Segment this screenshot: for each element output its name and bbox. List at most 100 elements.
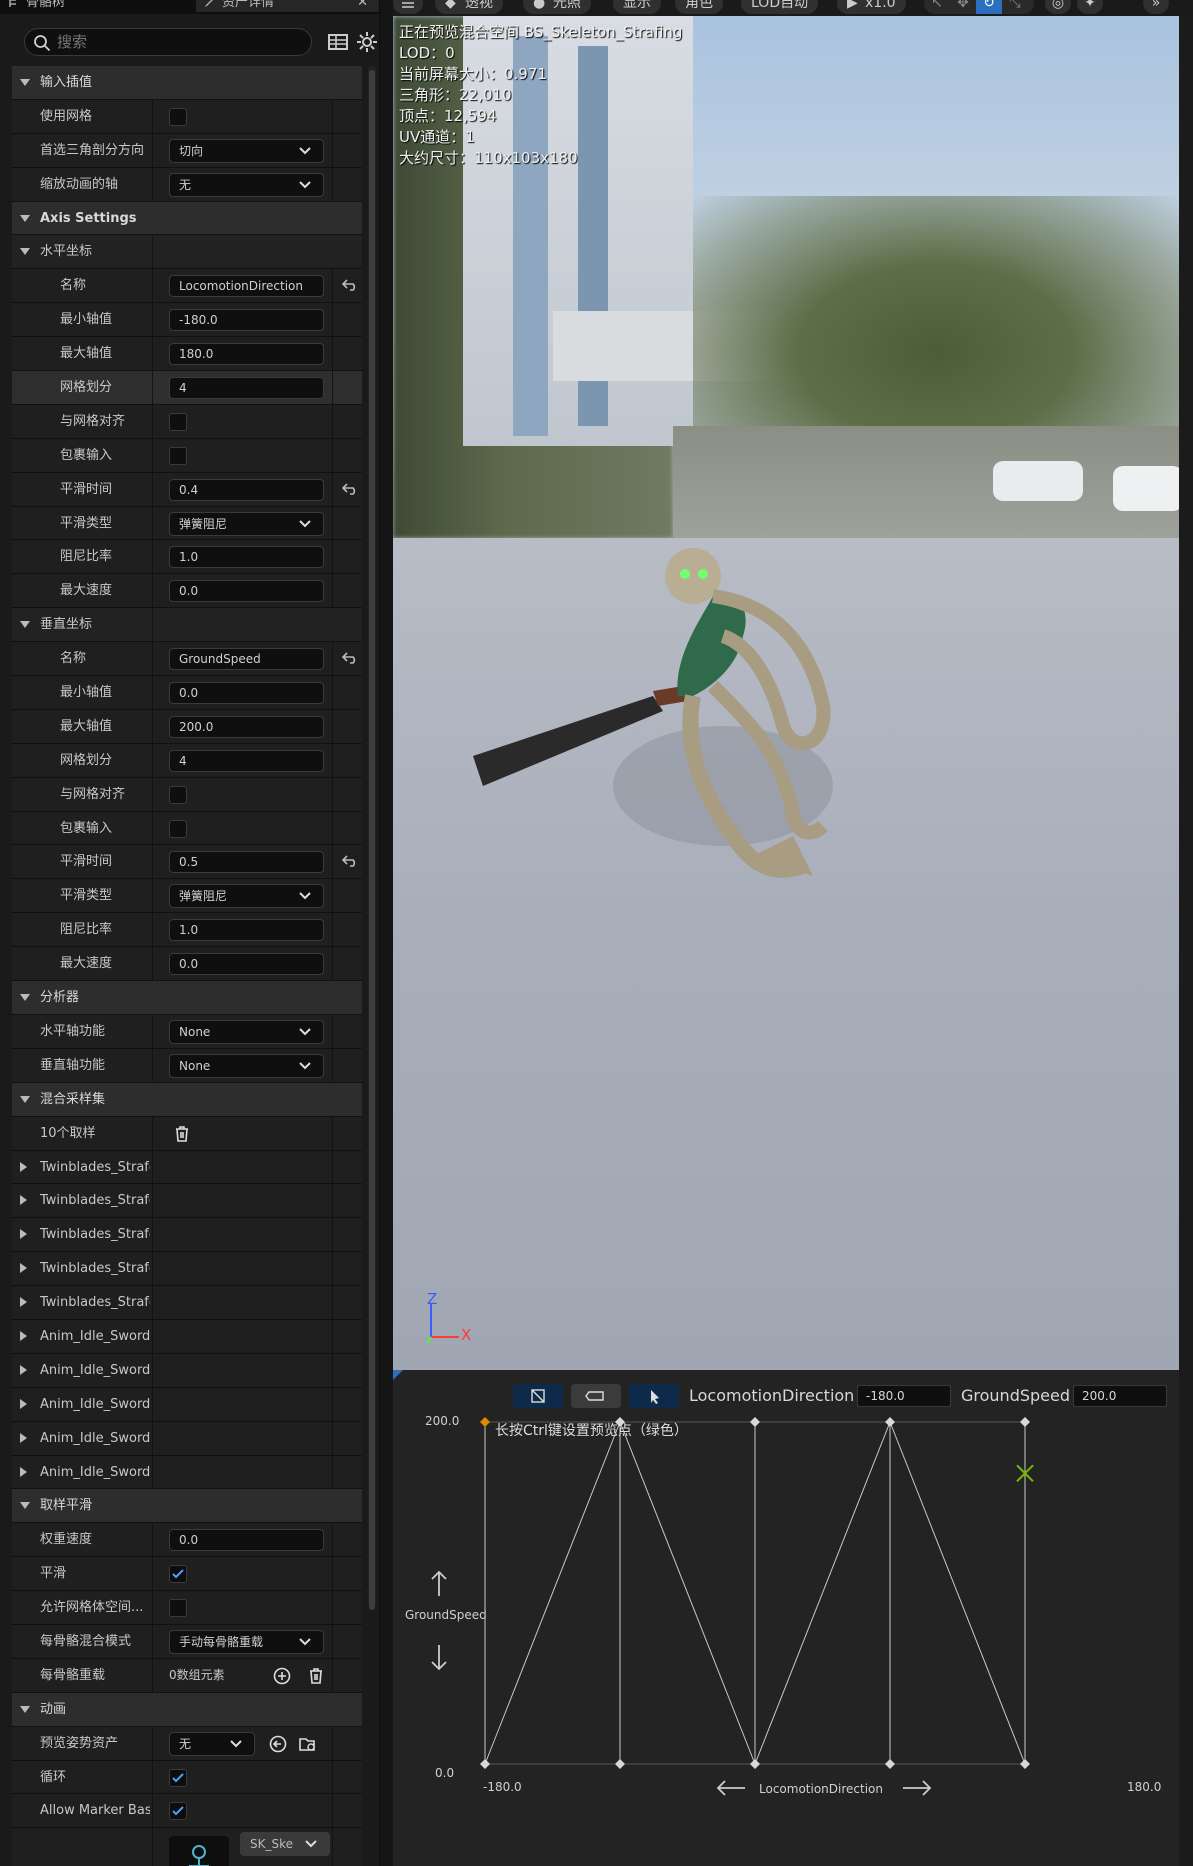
v-smooth-time-field[interactable]: 0.5	[169, 851, 324, 874]
collapse-arrow-icon[interactable]	[20, 248, 30, 256]
collapse-arrow-icon[interactable]	[20, 79, 30, 86]
expand-arrow-icon[interactable]	[20, 1398, 27, 1409]
table-view-icon[interactable]	[326, 30, 350, 54]
character-button[interactable]: 角色	[675, 0, 723, 14]
search-input[interactable]	[57, 32, 297, 52]
group-vertical-axis[interactable]: 垂直坐标	[12, 608, 362, 643]
reset-arrow-icon[interactable]	[342, 651, 358, 665]
lighting-button[interactable]: ● 光照	[523, 0, 591, 14]
sample-row[interactable]: Anim_Idle_Sword (	[12, 1387, 362, 1422]
sample-row[interactable]: Twinblades_Strafe_	[12, 1286, 362, 1320]
v-max-field[interactable]: 200.0	[169, 715, 324, 738]
blendspace-editor[interactable]: LocomotionDirection -180.0 GroundSpeed 2…	[393, 1370, 1179, 1866]
reset-arrow-icon[interactable]	[342, 854, 358, 868]
v-wrap-checkbox[interactable]	[169, 819, 187, 838]
sparkle-settings-button[interactable]: ✦	[1077, 0, 1103, 14]
select-tool-icon[interactable]: ↖	[924, 0, 950, 14]
allow-marker-checkbox[interactable]	[169, 1802, 187, 1821]
use-grid-checkbox[interactable]	[169, 107, 187, 126]
loop-checkbox[interactable]	[169, 1768, 187, 1787]
gear-icon[interactable]	[355, 30, 379, 54]
expand-toolbar-button[interactable]: »	[1143, 0, 1169, 14]
tab-asset-details[interactable]: 资产详情 ✕	[196, 0, 379, 12]
category-input-interpolation[interactable]: 输入插值	[12, 66, 362, 100]
per-bone-mode-dropdown[interactable]: 手动每骨骼重载	[169, 1629, 324, 1654]
tab-skeleton-tree[interactable]: 骨骼树	[0, 0, 190, 12]
v-grid-field[interactable]: 4	[169, 749, 324, 772]
h-name-field[interactable]: LocomotionDirection	[169, 275, 324, 298]
lod-auto-button[interactable]: LOD自动	[741, 0, 819, 14]
sample-row[interactable]: Anim_Idle_Sword (	[12, 1353, 362, 1388]
sample-row[interactable]: Twinblades_Strafe_	[12, 1184, 362, 1219]
h-min-field[interactable]: -180.0	[169, 309, 324, 332]
category-blend-samples[interactable]: 混合采样集	[12, 1082, 362, 1117]
search-box[interactable]	[24, 28, 312, 56]
scale-axis-dropdown[interactable]: 无	[169, 172, 324, 197]
perspective-button[interactable]: ◆ 透视	[435, 0, 503, 14]
v-max-speed-field[interactable]: 0.0	[169, 953, 324, 976]
preview-viewport[interactable]: 正在预览混合空间 BS_Skeleton_Strafing LOD：0 当前屏幕…	[393, 16, 1179, 1370]
rotate-tool-icon[interactable]: ↻	[976, 0, 1002, 14]
v-axis-function-dropdown[interactable]: None	[169, 1053, 324, 1078]
h-smooth-time-field[interactable]: 0.4	[169, 478, 324, 501]
add-element-icon[interactable]	[272, 1666, 292, 1686]
skeleton-dropdown[interactable]: SK_Ske	[240, 1832, 330, 1857]
show-button[interactable]: 显示	[613, 0, 661, 14]
v-smooth-type-dropdown[interactable]: 弹簧阻尼	[169, 884, 324, 909]
play-speed-button[interactable]: ▶ x1.0	[837, 0, 906, 14]
category-axis-settings[interactable]: Axis Settings	[12, 201, 362, 236]
sample-row[interactable]: Anim_Idle_Sword (	[12, 1319, 362, 1354]
h-axis-function-dropdown[interactable]: None	[169, 1019, 324, 1044]
camera-settings-button[interactable]: ◎	[1045, 0, 1071, 14]
reset-arrow-icon[interactable]	[342, 278, 358, 292]
expand-arrow-icon[interactable]	[20, 1195, 27, 1206]
sample-row[interactable]: Twinblades_Strafe_	[12, 1150, 362, 1185]
weight-speed-field[interactable]: 0.0	[169, 1529, 324, 1552]
category-animation[interactable]: 动画	[12, 1692, 362, 1727]
expand-arrow-icon[interactable]	[20, 1330, 27, 1341]
move-tool-icon[interactable]: ✥	[950, 0, 976, 14]
sample-row[interactable]: Anim_Idle_Sword (	[12, 1455, 362, 1490]
hamburger-menu-button[interactable]	[393, 0, 423, 14]
group-horizontal-axis[interactable]: 水平坐标	[12, 235, 362, 270]
expand-arrow-icon[interactable]	[20, 1263, 27, 1274]
expand-arrow-icon[interactable]	[20, 1229, 27, 1240]
collapse-arrow-icon[interactable]	[20, 1502, 30, 1510]
trash-icon[interactable]	[306, 1666, 326, 1686]
h-smooth-type-dropdown[interactable]: 弹簧阻尼	[169, 511, 324, 536]
h-damping-field[interactable]: 1.0	[169, 546, 324, 569]
scale-tool-icon[interactable]: ⤡	[1002, 0, 1028, 14]
details-scrollbar[interactable]	[368, 66, 376, 1610]
sample-row[interactable]: Twinblades_Strafe_	[12, 1218, 362, 1253]
expand-arrow-icon[interactable]	[20, 1466, 27, 1477]
smoothing-checkbox[interactable]	[169, 1565, 187, 1584]
sample-row[interactable]: Twinblades_Strafe_	[12, 1252, 362, 1287]
allow-mesh-space-checkbox[interactable]	[169, 1599, 187, 1618]
expand-arrow-icon[interactable]	[20, 1432, 27, 1443]
collapse-arrow-icon[interactable]	[20, 1095, 30, 1103]
h-grid-field[interactable]: 4	[169, 377, 324, 400]
h-snap-checkbox[interactable]	[169, 412, 187, 431]
use-selected-asset-icon[interactable]	[268, 1734, 288, 1754]
browse-folder-icon[interactable]	[298, 1734, 318, 1754]
expand-arrow-icon[interactable]	[20, 1364, 27, 1375]
h-max-field[interactable]: 180.0	[169, 343, 324, 366]
sample-row[interactable]: Anim_Idle_Sword (	[12, 1421, 362, 1456]
v-snap-checkbox[interactable]	[169, 785, 187, 804]
triangulation-direction-dropdown[interactable]: 切向	[169, 138, 324, 163]
collapse-arrow-icon[interactable]	[20, 214, 30, 222]
expand-arrow-icon[interactable]	[20, 1161, 27, 1172]
collapse-arrow-icon[interactable]	[20, 621, 30, 629]
trash-icon[interactable]	[172, 1124, 192, 1144]
category-sample-smoothing[interactable]: 取样平滑	[12, 1489, 362, 1524]
skeleton-thumbnail[interactable]	[169, 1836, 229, 1866]
preview-pose-dropdown[interactable]: 无	[169, 1731, 255, 1756]
scrollbar-thumb[interactable]	[369, 70, 375, 1610]
expand-arrow-icon[interactable]	[20, 1297, 27, 1308]
collapse-arrow-icon[interactable]	[20, 1705, 30, 1713]
close-tab-icon[interactable]: ✕	[357, 0, 368, 12]
v-damping-field[interactable]: 1.0	[169, 919, 324, 942]
v-name-field[interactable]: GroundSpeed	[169, 648, 324, 671]
v-min-field[interactable]: 0.0	[169, 682, 324, 705]
collapse-arrow-icon[interactable]	[20, 994, 30, 1002]
